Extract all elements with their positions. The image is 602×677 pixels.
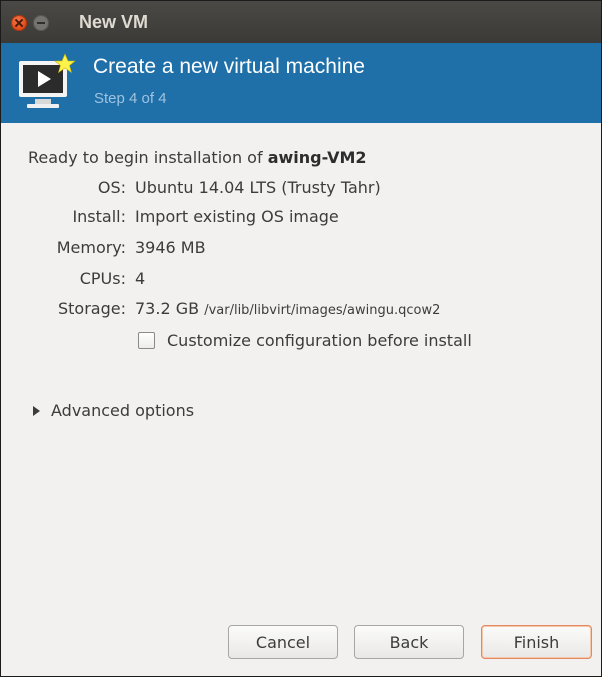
wizard-step: Step 4 of 4 — [94, 90, 167, 107]
os-value: Ubuntu 14.04 LTS (Trusty Tahr) — [135, 178, 381, 197]
close-icon[interactable] — [11, 15, 27, 31]
minimize-icon[interactable] — [33, 15, 49, 31]
cancel-button[interactable]: Cancel — [228, 625, 338, 659]
vm-monitor-play-icon — [19, 53, 76, 108]
expander-arrow-icon[interactable] — [33, 405, 40, 416]
cpus-label: CPUs: — [79, 269, 126, 288]
storage-path: /var/lib/libvirt/images/awingu.qcow2 — [204, 303, 441, 318]
storage-size: 73.2 GB — [135, 299, 200, 318]
customize-checkbox[interactable] — [138, 332, 155, 349]
wizard-title: Create a new virtual machine — [93, 55, 365, 78]
memory-label: Memory: — [56, 238, 126, 257]
title-bar: New VM — [1, 1, 601, 43]
install-label: Install: — [72, 207, 126, 226]
new-vm-window: New VM Create a new virtual machine Step… — [0, 0, 602, 677]
summary-row-memory: Memory: 3946 MB — [1, 238, 601, 260]
os-label: OS: — [97, 178, 126, 197]
vm-name: awing-VM2 — [267, 148, 367, 167]
cpus-value: 4 — [135, 269, 146, 288]
install-value: Import existing OS image — [135, 207, 339, 226]
summary-row-os: OS: Ubuntu 14.04 LTS (Trusty Tahr) — [1, 178, 601, 200]
wizard-header: Create a new virtual machine Step 4 of 4 — [1, 43, 601, 123]
summary-row-storage: Storage: 73.2 GB /var/lib/libvirt/images… — [1, 299, 601, 321]
summary-row-install: Install: Import existing OS image — [1, 207, 601, 229]
back-button[interactable]: Back — [354, 625, 464, 659]
advanced-options-expander[interactable]: Advanced options — [33, 401, 194, 420]
summary-row-cpus: CPUs: 4 — [1, 269, 601, 291]
advanced-options-label[interactable]: Advanced options — [51, 401, 194, 420]
customize-option[interactable]: Customize configuration before install — [138, 331, 472, 350]
storage-label: Storage: — [58, 299, 126, 318]
finish-button[interactable]: Finish — [481, 625, 592, 659]
window-title: New VM — [79, 12, 149, 32]
memory-value: 3946 MB — [135, 238, 206, 257]
ready-message: Ready to begin installation of awing-VM2 — [28, 148, 367, 167]
ready-prefix: Ready to begin installation of — [28, 148, 263, 167]
customize-label[interactable]: Customize configuration before install — [167, 331, 472, 350]
storage-value: 73.2 GB /var/lib/libvirt/images/awingu.q… — [135, 299, 440, 318]
wizard-content: Ready to begin installation of awing-VM2… — [1, 123, 601, 676]
